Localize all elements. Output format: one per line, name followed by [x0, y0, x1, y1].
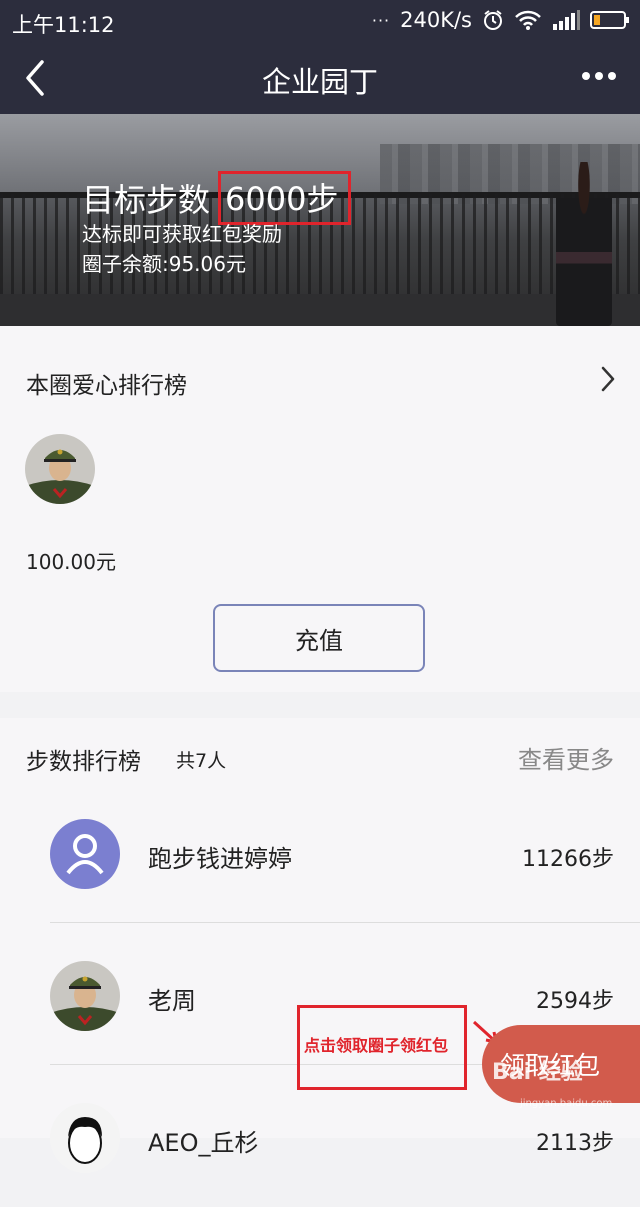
- ranking-row[interactable]: 跑步钱进婷婷 11266步: [0, 783, 640, 923]
- member-count: 共7人: [176, 750, 227, 772]
- status-dots: ···: [371, 10, 391, 30]
- ranking-name: 老周: [148, 987, 196, 1015]
- ranking-steps: 2113步: [536, 1131, 614, 1156]
- balance-text: 圈子余额:95.06元: [82, 252, 246, 276]
- target-steps-label: 目标步数: [82, 181, 211, 219]
- watermark-sub: jingyan.baidu.com: [520, 1098, 613, 1109]
- avatar[interactable]: [25, 434, 95, 504]
- ranking-name: 跑步钱进婷婷: [148, 845, 292, 873]
- recharge-button[interactable]: 充值: [213, 604, 425, 672]
- annotation-text: 点击领取圈子领红包: [304, 1036, 449, 1055]
- status-right: ··· 240K/s: [372, 8, 630, 32]
- love-ranking-section: 本圈爱心排行榜 100.00元 充值: [0, 326, 640, 692]
- banner-ground: [0, 294, 640, 326]
- ranking-steps: 11266步: [522, 847, 614, 872]
- alarm-icon: [482, 9, 504, 31]
- love-ranking-title: 本圈爱心排行榜: [26, 373, 187, 399]
- nav-bar: 企业园丁: [0, 44, 640, 114]
- goal-banner: 目标步数 6000步 达标即可获取红包奖励 圈子余额:95.06元: [0, 114, 640, 326]
- chevron-right-icon[interactable]: [598, 364, 618, 394]
- row-divider: [50, 922, 640, 923]
- banner-runner: [556, 162, 612, 326]
- battery-icon: [590, 10, 630, 30]
- love-amount: 100.00元: [26, 550, 116, 574]
- reward-text: 达标即可获取红包奖励: [82, 222, 282, 246]
- watermark: Bai 经验: [492, 1060, 583, 1085]
- status-time: 上午11:12: [12, 13, 115, 37]
- ranking-steps: 2594步: [536, 989, 614, 1014]
- status-speed: 240K/s: [400, 8, 472, 32]
- avatar: [50, 1103, 120, 1173]
- steps-ranking-title: 步数排行榜: [26, 749, 141, 775]
- page-title: 企业园丁: [261, 65, 378, 99]
- wifi-icon: [514, 9, 542, 31]
- status-bar: 上午11:12 ··· 240K/s: [0, 0, 640, 44]
- ranking-name: AEO_丘杉: [148, 1129, 259, 1157]
- target-steps-value: 6000步: [218, 171, 352, 225]
- avatar: [50, 961, 120, 1031]
- view-more-link[interactable]: 查看更多: [518, 740, 614, 775]
- signal-icon: [552, 10, 580, 30]
- more-icon[interactable]: [582, 64, 622, 88]
- default-avatar-icon: [50, 819, 120, 889]
